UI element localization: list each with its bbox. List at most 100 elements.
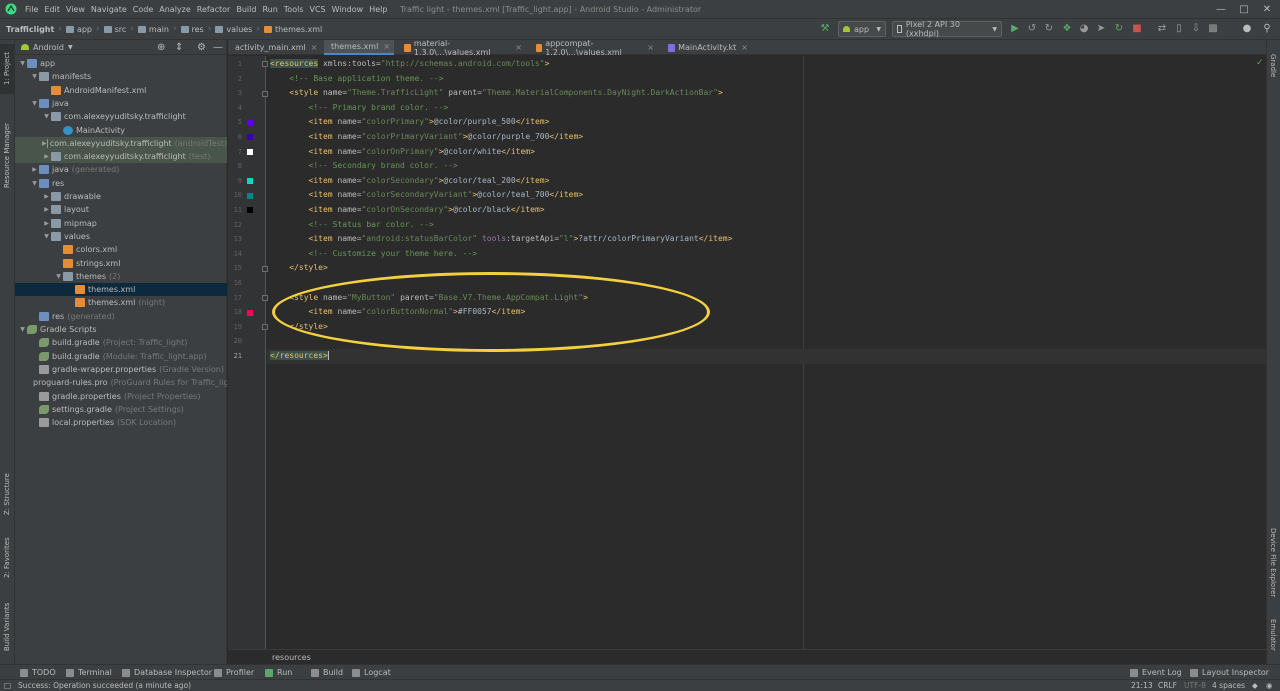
menu-edit[interactable]: Edit bbox=[41, 0, 63, 19]
account-icon[interactable]: ● bbox=[1240, 22, 1254, 36]
menu-view[interactable]: View bbox=[63, 0, 88, 19]
apply-code-changes-icon[interactable]: ↻ bbox=[1042, 22, 1056, 36]
tab-structure[interactable]: Z: Structure bbox=[0, 468, 15, 520]
close-tab-icon[interactable]: × bbox=[741, 43, 748, 52]
tree-item[interactable]: build.gradle (Project: Traffic_light) bbox=[15, 336, 227, 349]
breadcrumb-item[interactable]: themes.xml bbox=[262, 25, 324, 34]
color-swatch-icon[interactable] bbox=[247, 148, 253, 155]
fold-marker-icon[interactable] bbox=[262, 61, 268, 68]
close-tab-icon[interactable]: × bbox=[383, 42, 390, 51]
tool-database-inspector[interactable]: Database Inspector bbox=[122, 665, 212, 680]
hammer-icon[interactable]: ⚒ bbox=[818, 22, 832, 36]
menu-navigate[interactable]: Navigate bbox=[88, 0, 130, 19]
tree-item[interactable]: local.properties (SDK Location) bbox=[15, 416, 227, 429]
caret-position[interactable]: 21:13 bbox=[1131, 680, 1153, 691]
hide-panel-icon[interactable]: — bbox=[213, 42, 223, 53]
chevron-right-icon[interactable]: ▶ bbox=[42, 140, 47, 147]
tree-item[interactable]: ▼ Gradle Scripts bbox=[15, 323, 227, 336]
fold-marker-icon[interactable] bbox=[262, 324, 268, 331]
breadcrumb-item[interactable]: main bbox=[136, 25, 171, 34]
chevron-down-icon[interactable]: ▼ bbox=[18, 326, 27, 333]
tree-item[interactable]: ▼ java bbox=[15, 97, 227, 110]
status-message[interactable]: Success: Operation succeeded (a minute a… bbox=[18, 680, 191, 691]
sdk-manager-icon[interactable]: ⇩ bbox=[1189, 22, 1203, 36]
tree-item[interactable]: settings.gradle (Project Settings) bbox=[15, 403, 227, 416]
apply-changes-icon[interactable]: ↺ bbox=[1025, 22, 1039, 36]
chevron-down-icon[interactable]: ▼ bbox=[54, 273, 63, 280]
stop-icon[interactable]: ■ bbox=[1130, 22, 1144, 36]
color-swatch-icon[interactable] bbox=[247, 192, 253, 199]
tab-favorites[interactable]: 2: Favorites bbox=[0, 532, 15, 584]
locate-icon[interactable]: ⊕ bbox=[157, 42, 165, 53]
fold-marker-icon[interactable] bbox=[262, 265, 268, 272]
avd-manager-icon[interactable]: ▯ bbox=[1172, 22, 1186, 36]
tree-item[interactable]: themes.xml bbox=[15, 283, 227, 297]
editor-tab[interactable]: MainActivity.kt × bbox=[664, 40, 752, 55]
tree-item[interactable]: AndroidManifest.xml bbox=[15, 84, 227, 97]
tree-item[interactable]: gradle-wrapper.properties (Gradle Version… bbox=[15, 363, 227, 376]
profile-icon[interactable]: ◕ bbox=[1077, 22, 1091, 36]
rerun-icon[interactable]: ↻ bbox=[1112, 22, 1126, 36]
tree-item[interactable]: ▼ themes (2) bbox=[15, 270, 227, 283]
editor-tab[interactable]: themes.xml × bbox=[324, 40, 394, 55]
chevron-down-icon[interactable]: ▼ bbox=[18, 60, 27, 67]
tool-run[interactable]: Run bbox=[265, 665, 292, 680]
editor-tab[interactable]: material-1.3.0\...\values.xml × bbox=[400, 39, 526, 57]
close-tab-icon[interactable]: × bbox=[515, 43, 522, 52]
tree-item[interactable]: ▼ manifests bbox=[15, 70, 227, 83]
notifications-icon[interactable]: ◉ bbox=[1266, 680, 1273, 691]
run-config-select[interactable]: app ▼ bbox=[838, 21, 886, 37]
breadcrumb-item[interactable]: Trafficlight bbox=[4, 25, 56, 34]
tab-gradle[interactable]: Gradle bbox=[1266, 46, 1280, 86]
code-editor[interactable]: 1 2 3 4 5 6 7 8 9 10 11 12 13 14 15 16 17 18 19 20 21 <resou… bbox=[228, 56, 1266, 649]
debug-icon[interactable]: ❖ bbox=[1060, 22, 1074, 36]
close-icon[interactable]: ✕ bbox=[1256, 0, 1278, 19]
color-swatch-icon[interactable] bbox=[247, 178, 253, 185]
color-swatch-icon[interactable] bbox=[247, 134, 253, 141]
breadcrumb-item[interactable]: src bbox=[102, 25, 129, 34]
gear-icon[interactable]: ⚙ bbox=[197, 42, 206, 53]
lock-icon[interactable]: ◆ bbox=[1252, 680, 1258, 691]
tab-resource-manager[interactable]: Resource Manager bbox=[0, 102, 15, 208]
menu-run[interactable]: Run bbox=[259, 0, 280, 19]
tree-item[interactable]: ▶ layout bbox=[15, 203, 227, 216]
menu-file[interactable]: File bbox=[22, 0, 41, 19]
menu-refactor[interactable]: Refactor bbox=[194, 0, 234, 19]
chevron-down-icon[interactable]: ▼ bbox=[42, 113, 51, 120]
collapse-all-icon[interactable]: ⇕ bbox=[175, 42, 183, 53]
breadcrumb-item[interactable]: res bbox=[179, 25, 206, 34]
project-view-select[interactable]: Android bbox=[33, 43, 64, 52]
color-swatch-icon[interactable] bbox=[247, 207, 253, 214]
tab-device-file-explorer[interactable]: Device File Explorer bbox=[1266, 518, 1280, 608]
editor-tab[interactable]: activity_main.xml × bbox=[228, 40, 318, 55]
tab-emulator[interactable]: Emulator bbox=[1266, 610, 1280, 660]
tab-project[interactable]: 1: Project bbox=[0, 44, 15, 94]
breadcrumb-item[interactable]: values bbox=[213, 25, 254, 34]
fold-marker-icon[interactable] bbox=[262, 90, 268, 97]
tool-todo[interactable]: TODO bbox=[20, 665, 56, 680]
chevron-right-icon[interactable]: ▶ bbox=[42, 153, 51, 160]
menu-window[interactable]: Window bbox=[329, 0, 367, 19]
tree-item[interactable]: ▼ res bbox=[15, 177, 227, 190]
tool-terminal[interactable]: Terminal bbox=[66, 665, 112, 680]
chevron-right-icon[interactable]: ▶ bbox=[42, 220, 51, 227]
tree-item[interactable]: themes.xml (night) bbox=[15, 296, 227, 309]
chevron-down-icon[interactable]: ▼ bbox=[42, 233, 51, 240]
chevron-right-icon[interactable]: ▶ bbox=[42, 193, 51, 200]
chevron-right-icon[interactable]: ▶ bbox=[30, 166, 39, 173]
tree-item[interactable]: ▼ app bbox=[15, 57, 227, 70]
tool-logcat[interactable]: Logcat bbox=[352, 665, 391, 680]
menu-help[interactable]: Help bbox=[366, 0, 390, 19]
tree-item[interactable]: ▶ java (generated) bbox=[15, 163, 227, 176]
menu-tools[interactable]: Tools bbox=[281, 0, 307, 19]
tool-layout-inspector[interactable]: Layout Inspector bbox=[1190, 665, 1269, 680]
menu-vcs[interactable]: VCS bbox=[307, 0, 329, 19]
tree-item[interactable]: proguard-rules.pro (ProGuard Rules for Tr… bbox=[15, 376, 227, 389]
fold-marker-icon[interactable] bbox=[262, 294, 268, 301]
color-swatch-icon[interactable] bbox=[247, 119, 253, 126]
chevron-down-icon[interactable]: ▼ bbox=[68, 44, 73, 51]
tree-item[interactable]: ▶ com.alexeyyuditsky.trafficlight (android… bbox=[15, 136, 227, 150]
attach-debugger-icon[interactable]: ➤ bbox=[1094, 22, 1108, 36]
tree-item[interactable]: ▼ com.alexeyyuditsky.trafficlight bbox=[15, 110, 227, 123]
tab-build-variants[interactable]: Build Variants bbox=[0, 596, 15, 658]
